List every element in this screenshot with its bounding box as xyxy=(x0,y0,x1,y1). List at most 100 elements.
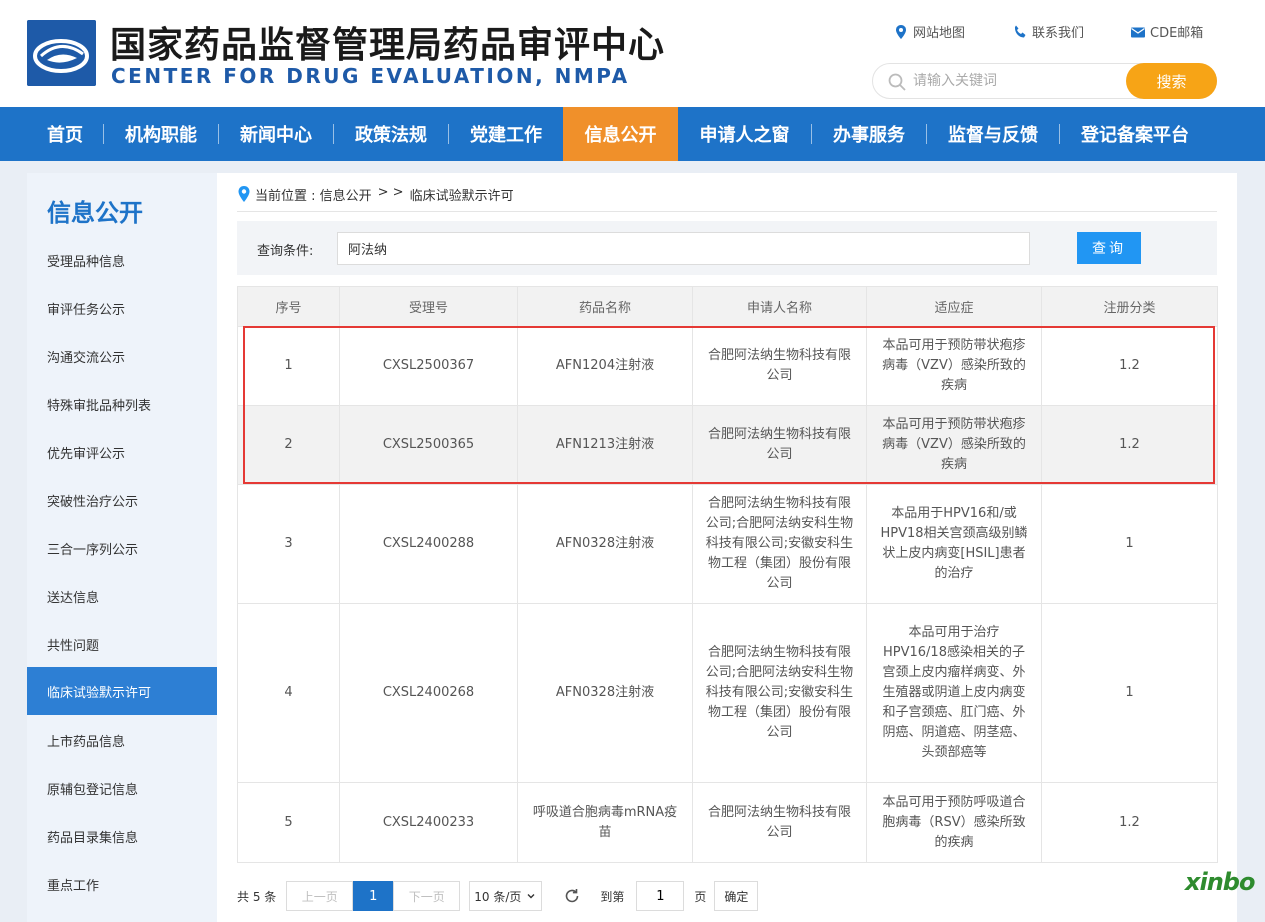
nav-party[interactable]: 党建工作 xyxy=(449,107,563,161)
sidebar-item[interactable]: 突破性治疗公示 xyxy=(27,476,217,524)
nav-news[interactable]: 新闻中心 xyxy=(219,107,333,161)
cell-accept-no: CXSL2400233 xyxy=(339,782,518,863)
location-pin-icon xyxy=(896,24,906,39)
search-icon xyxy=(888,73,906,91)
nav-functions[interactable]: 机构职能 xyxy=(104,107,218,161)
sidebar-item[interactable]: 原辅包登记信息 xyxy=(27,764,217,812)
col-header-drug-name: 药品名称 xyxy=(517,286,693,327)
contact-label: 联系我们 xyxy=(1032,26,1085,41)
query-bar: 查询条件: 查询 xyxy=(237,221,1217,275)
col-header-applicant: 申请人名称 xyxy=(692,286,867,327)
sidebar-item[interactable]: 沟通交流公示 xyxy=(27,332,217,380)
nav-services[interactable]: 办事服务 xyxy=(812,107,926,161)
sidebar-item[interactable]: 审评任务公示 xyxy=(27,284,217,332)
col-header-accept-no: 受理号 xyxy=(339,286,518,327)
cell-category: 1 xyxy=(1041,484,1218,604)
col-header-indication: 适应症 xyxy=(866,286,1042,327)
query-button[interactable]: 查询 xyxy=(1077,232,1141,264)
sitemap-link[interactable]: 网站地图 xyxy=(893,22,965,41)
page-unit-label: 页 xyxy=(694,889,707,904)
results-table: 序号 受理号 药品名称 申请人名称 适应症 注册分类 1 CXSL2500367… xyxy=(237,286,1218,863)
page-size-select[interactable]: 10 条/页 xyxy=(469,881,543,911)
cell-applicant: 合肥阿法纳生物科技有限公司 xyxy=(692,782,867,863)
cell-indication: 本品可用于预防带状疱疹病毒（VZV）感染所致的疾病 xyxy=(866,326,1042,406)
sidebar-item[interactable]: 特殊审批品种列表 xyxy=(27,380,217,428)
nav-applicant[interactable]: 申请人之窗 xyxy=(678,107,811,161)
sidebar-item[interactable]: 重点工作 xyxy=(27,860,217,908)
cell-accept-no: CXSL2400268 xyxy=(339,603,518,783)
breadcrumb-path[interactable]: 当前位置 : 信息公开 xyxy=(255,185,372,204)
sidebar-item[interactable]: 送达信息 xyxy=(27,572,217,620)
cell-indication: 本品可用于预防带状疱疹病毒（VZV）感染所致的疾病 xyxy=(866,405,1042,485)
cell-indication: 本品可用于治疗HPV16/18感染相关的子宫颈上皮内瘤样病变、外生殖器或阴道上皮… xyxy=(866,603,1042,783)
table-row[interactable]: 2 CXSL2500365 AFN1213注射液 合肥阿法纳生物科技有限公司 本… xyxy=(237,405,1218,485)
cell-index: 3 xyxy=(237,484,340,604)
sidebar-item-active[interactable]: 临床试验默示许可 xyxy=(27,667,217,715)
cell-index: 4 xyxy=(237,603,340,783)
nav-info[interactable]: 信息公开 xyxy=(563,107,678,161)
cell-drug-name: AFN1204注射液 xyxy=(517,326,693,406)
breadcrumb: 当前位置 : 信息公开 > > 临床试验默示许可 xyxy=(237,185,1217,212)
cell-index: 5 xyxy=(237,782,340,863)
cell-applicant: 合肥阿法纳生物科技有限公司 xyxy=(692,405,867,485)
breadcrumb-separator: > > xyxy=(377,185,404,200)
page-number-current[interactable]: 1 xyxy=(353,881,394,911)
contact-link[interactable]: 联系我们 xyxy=(1012,22,1084,41)
cell-index: 1 xyxy=(237,326,340,406)
phone-icon xyxy=(1014,25,1026,37)
mail-label: CDE邮箱 xyxy=(1150,26,1204,41)
sidebar-item[interactable]: 受理品种信息 xyxy=(27,236,217,284)
main-content: 当前位置 : 信息公开 > > 临床试验默示许可 查询条件: 查询 序号 受理号… xyxy=(217,173,1237,922)
table-row[interactable]: 5 CXSL2400233 呼吸道合胞病毒mRNA疫苗 合肥阿法纳生物科技有限公… xyxy=(237,782,1218,863)
cell-category: 1.2 xyxy=(1041,782,1218,863)
table-row[interactable]: 4 CXSL2400268 AFN0328注射液 合肥阿法纳生物科技有限公司;合… xyxy=(237,603,1218,783)
cell-indication: 本品用于HPV16和/或HPV18相关宫颈高级别鳞状上皮内病变[HSIL]患者的… xyxy=(866,484,1042,604)
nav-registration[interactable]: 登记备案平台 xyxy=(1060,107,1210,161)
search-input[interactable] xyxy=(913,68,1113,94)
sitemap-label: 网站地图 xyxy=(913,26,966,41)
chevron-down-icon xyxy=(527,894,535,899)
cell-category: 1.2 xyxy=(1041,405,1218,485)
sidebar-item[interactable]: 优先审评公示 xyxy=(27,428,217,476)
nav-feedback[interactable]: 监督与反馈 xyxy=(927,107,1059,161)
table-header-row: 序号 受理号 药品名称 申请人名称 适应症 注册分类 xyxy=(237,286,1218,327)
cell-category: 1 xyxy=(1041,603,1218,783)
watermark-text: xinbo xyxy=(1185,868,1255,896)
sidebar-item[interactable]: 上市药品信息 xyxy=(27,716,217,764)
refresh-icon[interactable] xyxy=(562,886,582,906)
cell-index: 2 xyxy=(237,405,340,485)
nav-policy[interactable]: 政策法规 xyxy=(334,107,448,161)
cell-accept-no: CXSL2500367 xyxy=(339,326,518,406)
cell-drug-name: 呼吸道合胞病毒mRNA疫苗 xyxy=(517,782,693,863)
next-page-button[interactable]: 下一页 xyxy=(393,881,461,911)
mail-link[interactable]: CDE邮箱 xyxy=(1130,22,1203,41)
site-header: 国家药品监督管理局药品审评中心 CENTER FOR DRUG EVALUATI… xyxy=(0,0,1265,107)
site-subtitle: CENTER FOR DRUG EVALUATION, NMPA xyxy=(111,64,630,88)
sidebar-item[interactable]: 三合一序列公示 xyxy=(27,524,217,572)
cell-applicant: 合肥阿法纳生物科技有限公司 xyxy=(692,326,867,406)
cell-accept-no: CXSL2500365 xyxy=(339,405,518,485)
cell-drug-name: AFN0328注射液 xyxy=(517,484,693,604)
nav-home[interactable]: 首页 xyxy=(27,107,103,161)
table-row[interactable]: 1 CXSL2500367 AFN1204注射液 合肥阿法纳生物科技有限公司 本… xyxy=(237,326,1218,406)
xinbo-watermark-logo: xinbo xyxy=(1185,868,1255,896)
page-size-value: 10 条/页 xyxy=(474,889,522,904)
goto-label: 到第 xyxy=(600,889,625,904)
sidebar-item[interactable]: 共性问题 xyxy=(27,620,217,668)
query-input[interactable] xyxy=(337,232,1030,265)
goto-page-input[interactable] xyxy=(636,881,685,911)
search-button[interactable]: 搜索 xyxy=(1126,63,1217,99)
site-title: 国家药品监督管理局药品审评中心 xyxy=(110,25,666,66)
prev-page-button[interactable]: 上一页 xyxy=(286,881,354,911)
sidebar-title: 信息公开 xyxy=(47,199,143,227)
nmpa-logo[interactable] xyxy=(27,20,96,86)
col-header-category: 注册分类 xyxy=(1041,286,1218,327)
cell-applicant: 合肥阿法纳生物科技有限公司;合肥阿法纳安科生物科技有限公司;安徽安科生物工程（集… xyxy=(692,603,867,783)
col-header-index: 序号 xyxy=(237,286,340,327)
table-row[interactable]: 3 CXSL2400288 AFN0328注射液 合肥阿法纳生物科技有限公司;合… xyxy=(237,484,1218,604)
cell-applicant: 合肥阿法纳生物科技有限公司;合肥阿法纳安科生物科技有限公司;安徽安科生物工程（集… xyxy=(692,484,867,604)
sidebar: 信息公开 受理品种信息 审评任务公示 沟通交流公示 特殊审批品种列表 优先审评公… xyxy=(27,173,217,922)
goto-confirm-button[interactable]: 确定 xyxy=(714,881,759,911)
query-label: 查询条件: xyxy=(257,244,314,259)
sidebar-item[interactable]: 药品目录集信息 xyxy=(27,812,217,860)
